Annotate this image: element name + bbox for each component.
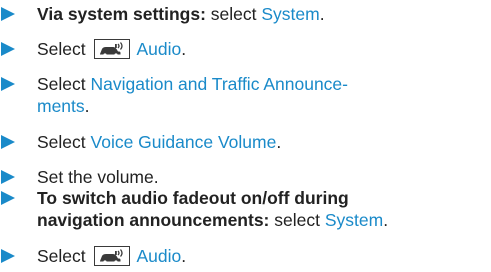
step-text: Select Audio. [37, 38, 187, 59]
link-navigation-traffic-line1[interactable]: Navigation and Traffic Announce- [91, 74, 348, 94]
bullet-arrow-icon [1, 191, 15, 205]
step-text: Select Audio. [37, 245, 187, 266]
link-audio[interactable]: Audio [137, 246, 182, 266]
step-text: Via system settings: select System. [37, 4, 325, 24]
bullet-arrow-icon [1, 249, 15, 263]
bullet-arrow-icon [1, 170, 15, 184]
car-audio-icon [93, 245, 130, 266]
bullet-arrow-icon [1, 135, 15, 149]
link-system[interactable]: System [325, 210, 383, 230]
link-system[interactable]: System [261, 4, 319, 24]
link-audio[interactable]: Audio [137, 39, 182, 59]
link-voice-guidance-volume[interactable]: Voice Guidance Volume [91, 132, 277, 152]
bullet-arrow-icon [1, 77, 15, 91]
step-text: Set the volume. [37, 167, 159, 187]
car-audio-icon [93, 38, 130, 59]
step-text: Select Voice Guidance Volume. [37, 132, 282, 152]
bullet-arrow-icon [1, 7, 15, 21]
step-text: Select Navigation and Traffic Announce- [37, 74, 348, 94]
bullet-arrow-icon [1, 42, 15, 56]
step-text-continued: navigation announcements: select System. [37, 210, 389, 230]
step-text: To switch audio fadeout on/off during [37, 188, 349, 208]
step-text-continued: ments. [37, 96, 90, 116]
link-navigation-traffic-line2[interactable]: ments [37, 96, 85, 116]
